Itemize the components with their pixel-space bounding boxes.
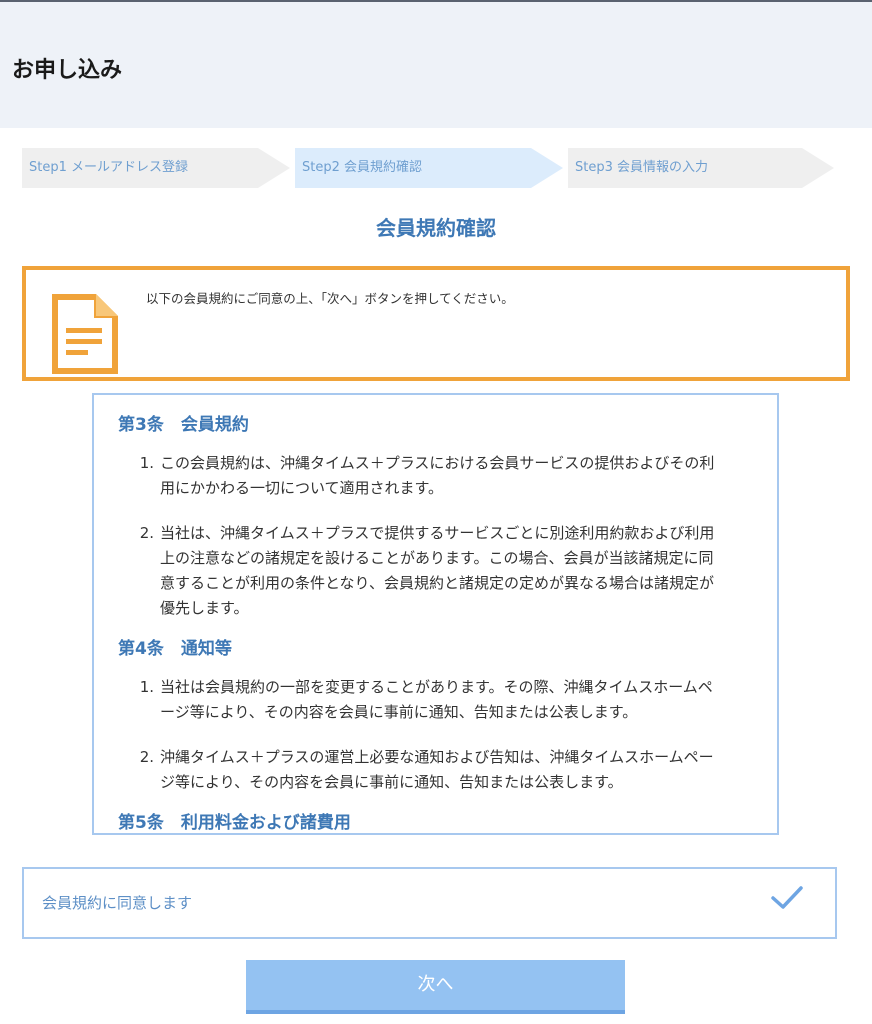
article-title: 第3条 会員規約 — [118, 415, 249, 435]
step-3-member-info: Step3 会員情報の入力 — [568, 148, 834, 188]
clause-line: ージ等により、その内容を会員に事前に通知、告知または公表します。 — [160, 703, 638, 721]
terms-scroll-box[interactable]: 第3条 会員規約 1. この会員規約は、沖縄タイムス＋プラスにおける会員サービス… — [92, 393, 779, 835]
checkmark-icon — [771, 886, 803, 909]
clause: 2. 沖縄タイムス＋プラスの運営上必要な通知および告知は、沖縄タイムスホームペー… — [118, 745, 748, 795]
clause: 1. この会員規約は、沖縄タイムス＋プラスにおける会員サービスの提供およびその利… — [118, 451, 748, 501]
clause-number: 1. — [139, 678, 154, 696]
step-progress: Step1 メールアドレス登録 Step2 会員規約確認 Step3 会員情報の… — [22, 148, 842, 188]
step-2-terms-confirmation: Step2 会員規約確認 — [295, 148, 563, 188]
article-title: 第4条 通知等 — [118, 639, 232, 659]
clause-text: 当社は会員規約の一部を変更することがあります。その際、沖縄タイムスホームペ ージ… — [160, 675, 748, 725]
step-1-email-registration: Step1 メールアドレス登録 — [22, 148, 290, 188]
clause-line: 優先します。 — [160, 599, 249, 617]
clause-text: 沖縄タイムス＋プラスの運営上必要な通知および告知は、沖縄タイムスホームペー ジ等… — [160, 745, 748, 795]
clause-line: ジ等により、その内容を会員に事前に通知、告知または公表します。 — [160, 773, 623, 791]
clause-line: 用にかかわる一切について適用されます。 — [160, 479, 444, 497]
clause-number: 1. — [139, 454, 154, 472]
document-icon — [52, 294, 118, 374]
clause-line: 沖縄タイムス＋プラスの運営上必要な通知および告知は、沖縄タイムスホームペー — [160, 748, 714, 766]
page-title: 会員規約確認 — [376, 216, 496, 240]
header: お申し込み — [0, 0, 872, 128]
clause-line: 上の注意などの諸規定を設けることがあります。この場合、会員が当該諸規定に同 — [160, 549, 714, 567]
clause-line: 当社は会員規約の一部を変更することがあります。その際、沖縄タイムスホームペ — [160, 678, 713, 696]
clause-number: 2. — [139, 524, 154, 542]
page-header-title: お申し込み — [12, 58, 123, 83]
clause: 2. 当社は、沖縄タイムス＋プラスで提供するサービスごとに別途利用約款および利用… — [118, 521, 748, 621]
next-button[interactable]: 次へ — [246, 960, 625, 1014]
clause-line: 意することが利用の条件となり、会員規約と諸規定の定めが異なる場合は諸規定が — [160, 574, 714, 592]
clause-text: 当社は、沖縄タイムス＋プラスで提供するサービスごとに別途利用約款および利用 上の… — [160, 521, 748, 621]
notice-text: 以下の会員規約にご同意の上、「次へ」ボタンを押してください。 — [146, 291, 514, 306]
terms-content: 第3条 会員規約 1. この会員規約は、沖縄タイムス＋プラスにおける会員サービス… — [118, 413, 748, 833]
clause-line: この会員規約は、沖縄タイムス＋プラスにおける会員サービスの提供およびその利 — [160, 454, 715, 472]
clause-line: 当社は、沖縄タイムス＋プラスで提供するサービスごとに別途利用約款および利用 — [160, 524, 715, 542]
clause-text: この会員規約は、沖縄タイムス＋プラスにおける会員サービスの提供およびその利 用に… — [160, 451, 748, 501]
agree-terms-checkbox[interactable]: 会員規約に同意します — [22, 867, 837, 939]
notice-box: 以下の会員規約にご同意の上、「次へ」ボタンを押してください。 — [22, 266, 850, 381]
agree-terms-label: 会員規約に同意します — [42, 894, 193, 912]
clause-number: 2. — [139, 748, 154, 766]
article-title: 第5条 利用料金および諸費用 — [118, 813, 351, 833]
clause: 1. 当社は会員規約の一部を変更することがあります。その際、沖縄タイムスホームペ… — [118, 675, 748, 725]
